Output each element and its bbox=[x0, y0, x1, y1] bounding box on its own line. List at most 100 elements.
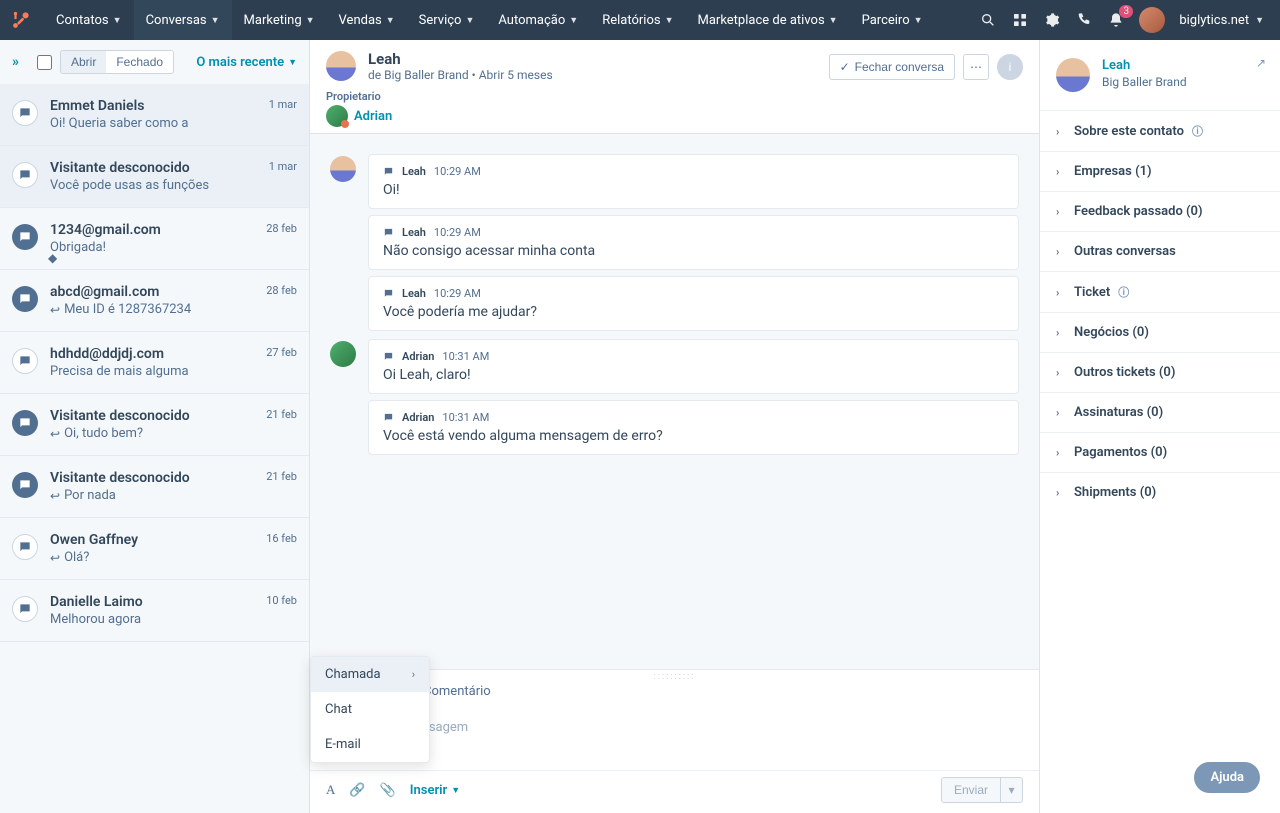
phone-icon[interactable] bbox=[1075, 11, 1093, 29]
search-icon[interactable] bbox=[979, 11, 997, 29]
nav-item[interactable]: Marketing▼ bbox=[232, 0, 327, 40]
send-options-button[interactable]: ▾ bbox=[1001, 777, 1023, 803]
close-conversation-button[interactable]: ✓Fechar conversa bbox=[829, 54, 955, 80]
conversation-row[interactable]: Danielle Laimo Melhorou agora 10 feb bbox=[0, 580, 309, 642]
owner-avatar bbox=[326, 105, 348, 127]
info-button[interactable]: i bbox=[997, 54, 1023, 80]
sidebar-section-label: Outras conversas bbox=[1074, 244, 1176, 259]
sidebar-section[interactable]: ›Empresas (1) bbox=[1040, 151, 1280, 191]
resize-grip-icon[interactable]: :::::::::: bbox=[654, 672, 696, 682]
channel-menu-option-label: Chamada bbox=[325, 667, 381, 682]
conversation-row[interactable]: Visitante desconocido ↩Por nada 21 feb bbox=[0, 456, 309, 518]
close-conversation-label: Fechar conversa bbox=[855, 60, 944, 74]
conversation-row[interactable]: hdhdd@ddjdj.com Precisa de mais alguma 2… bbox=[0, 332, 309, 394]
sidebar-contact-avatar bbox=[1056, 58, 1090, 92]
user-avatar[interactable] bbox=[1139, 7, 1165, 33]
hubspot-logo-icon[interactable] bbox=[10, 9, 32, 31]
conversation-row-name: Visitante desconocido bbox=[50, 470, 254, 486]
conversation-row-date: 1 mar bbox=[269, 98, 297, 131]
conversation-row[interactable]: Visitante desconocido ↩Oi, tudo bem? 21 … bbox=[0, 394, 309, 456]
caret-down-icon: ▼ bbox=[386, 15, 395, 26]
sidebar-section[interactable]: ›Ticketⓘ bbox=[1040, 271, 1280, 312]
caret-down-icon: ▼ bbox=[306, 15, 315, 26]
text-style-icon[interactable]: A bbox=[326, 782, 335, 798]
sidebar-section[interactable]: ›Feedback passado (0) bbox=[1040, 191, 1280, 231]
info-icon: ⓘ bbox=[1192, 123, 1203, 139]
conversation-row[interactable]: Visitante desconocido Você pode usas as … bbox=[0, 146, 309, 208]
sidebar-contact-name[interactable]: Leah bbox=[1102, 58, 1187, 73]
owner-name-link[interactable]: Adrian bbox=[354, 109, 392, 124]
channel-menu-option[interactable]: E-mail bbox=[311, 727, 429, 762]
sidebar-section[interactable]: ›Outros tickets (0) bbox=[1040, 352, 1280, 392]
sidebar-section[interactable]: ›Negócios (0) bbox=[1040, 312, 1280, 352]
link-icon[interactable]: 🔗 bbox=[349, 783, 365, 798]
contact-sidebar: Leah Big Baller Brand ↗ ›Sobre este cont… bbox=[1040, 40, 1280, 813]
account-name: biglytics.net bbox=[1179, 13, 1249, 28]
message-text: Oi! bbox=[383, 182, 1004, 198]
composer-tab-comment[interactable]: Comentário bbox=[419, 672, 495, 709]
conversation-row[interactable]: Owen Gaffney ↩Olá? 16 feb bbox=[0, 518, 309, 580]
channel-menu-option-label: Chat bbox=[325, 702, 352, 717]
nav-item-label: Vendas bbox=[339, 13, 382, 28]
sort-label: O mais recente bbox=[196, 55, 284, 70]
message-author: Adrian bbox=[402, 350, 434, 363]
conversation-row-date: 21 feb bbox=[266, 408, 297, 441]
nav-item[interactable]: Marketplace de ativos▼ bbox=[686, 0, 850, 40]
conversation-row-name: 1234@gmail.com bbox=[50, 222, 254, 238]
sidebar-section[interactable]: ›Sobre este contatoⓘ bbox=[1040, 110, 1280, 151]
help-button[interactable]: Ajuda bbox=[1194, 762, 1260, 793]
conversation-row[interactable]: 1234@gmail.com Obrigada! 28 feb ◆ bbox=[0, 208, 309, 270]
sidebar-section[interactable]: ›Assinaturas (0) bbox=[1040, 392, 1280, 432]
conversation-row-date: 21 feb bbox=[266, 470, 297, 503]
caret-down-icon: ▼ bbox=[665, 15, 674, 26]
owner-label: Propietario bbox=[326, 90, 1023, 103]
marketplace-icon[interactable] bbox=[1011, 11, 1029, 29]
select-all-checkbox[interactable] bbox=[37, 55, 52, 70]
sidebar-section-label: Shipments (0) bbox=[1074, 485, 1156, 500]
conversation-row[interactable]: Emmet Daniels Oi! Queria saber como a 1 … bbox=[0, 84, 309, 146]
more-actions-button[interactable]: ⋯ bbox=[963, 54, 989, 80]
open-closed-toggle: Abrir Fechado bbox=[60, 50, 174, 74]
caret-down-icon: ▼ bbox=[914, 15, 923, 26]
nav-item[interactable]: Parceiro▼ bbox=[850, 0, 935, 40]
conversation-row-date: 1 mar bbox=[269, 160, 297, 193]
notifications-icon[interactable]: 3 bbox=[1107, 11, 1125, 29]
settings-icon[interactable] bbox=[1043, 11, 1061, 29]
external-link-icon[interactable]: ↗ bbox=[1256, 56, 1266, 70]
caret-down-icon: ▼ bbox=[1255, 15, 1264, 26]
sidebar-section[interactable]: › Shipments (0) bbox=[1040, 472, 1280, 512]
message-time: 10:31 AM bbox=[442, 411, 489, 424]
nav-item[interactable]: Automação▼ bbox=[486, 0, 590, 40]
attachment-icon[interactable]: 📎 bbox=[380, 783, 396, 798]
insert-dropdown[interactable]: Inserir▼ bbox=[410, 783, 460, 798]
notification-badge: 3 bbox=[1119, 5, 1133, 18]
nav-item-label: Relatórios bbox=[602, 13, 660, 28]
conversation-row-name: Owen Gaffney bbox=[50, 532, 254, 548]
conversation-row-preview: Oi! Queria saber como a bbox=[50, 116, 257, 131]
channel-menu-option[interactable]: Chamada› bbox=[311, 657, 429, 692]
chat-icon bbox=[383, 351, 394, 362]
sidebar-section[interactable]: ›Pagamentos (0) bbox=[1040, 432, 1280, 472]
conversation-row[interactable]: abcd@gmail.com ↩Meu ID é 1287367234 28 f… bbox=[0, 270, 309, 332]
conversation-list: Emmet Daniels Oi! Queria saber como a 1 … bbox=[0, 84, 309, 813]
nav-item[interactable]: Serviço▼ bbox=[407, 0, 487, 40]
send-button[interactable]: Enviar bbox=[941, 777, 1001, 803]
chevron-right-icon: › bbox=[1056, 486, 1066, 499]
nav-item[interactable]: Conversas▼ bbox=[134, 0, 232, 40]
nav-item[interactable]: Vendas ▼ bbox=[327, 0, 407, 40]
reply-icon: ↩ bbox=[50, 551, 60, 565]
sort-dropdown[interactable]: O mais recente▼ bbox=[196, 55, 297, 70]
channel-chip-icon bbox=[12, 162, 38, 188]
conversation-row-name: Emmet Daniels bbox=[50, 98, 257, 114]
account-switcher[interactable]: biglytics.net ▼ bbox=[1179, 13, 1264, 28]
conversation-row-preview: Obrigada! bbox=[50, 240, 254, 255]
conversation-row-preview: Melhorou agora bbox=[50, 612, 254, 627]
tab-open[interactable]: Abrir bbox=[61, 51, 106, 73]
nav-item[interactable]: Contatos▼ bbox=[44, 0, 134, 40]
sidebar-section[interactable]: ›Outras conversas bbox=[1040, 231, 1280, 271]
nav-item[interactable]: Relatórios ▼ bbox=[590, 0, 685, 40]
channel-menu-option[interactable]: Chat bbox=[311, 692, 429, 727]
conversation-row-date: 27 feb bbox=[266, 346, 297, 379]
collapse-sidebar-icon[interactable]: » bbox=[12, 54, 19, 70]
tab-closed[interactable]: Fechado bbox=[106, 51, 173, 73]
